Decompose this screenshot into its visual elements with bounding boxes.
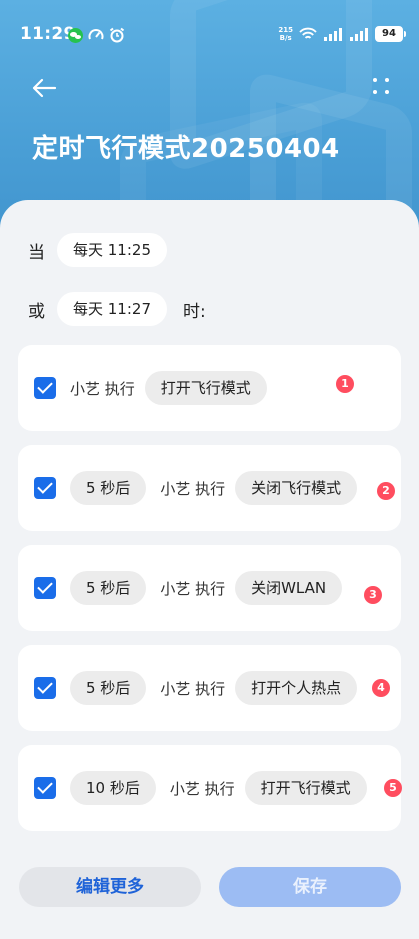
page-title: 定时飞行模式20250404: [32, 134, 340, 164]
signal-icon: [323, 27, 343, 41]
back-button[interactable]: [26, 70, 62, 106]
network-speed-unit: B/s: [279, 34, 292, 42]
action-row: 小艺 执行 打开飞行模式: [34, 345, 267, 431]
action-card[interactable]: 10 秒后 小艺 执行 打开飞行模式 5: [18, 745, 402, 831]
save-button[interactable]: 保存: [219, 867, 401, 907]
executor-label: 小艺 执行: [160, 479, 226, 498]
action-row: 5 秒后 小艺 执行 关闭WLAN: [34, 545, 343, 631]
action-card[interactable]: 5 秒后 小艺 执行 关闭WLAN 3: [18, 545, 401, 631]
executor-label: 小艺 执行: [169, 779, 235, 798]
executor-label: 小艺 执行: [160, 579, 226, 598]
alarm-icon: [109, 27, 125, 43]
delay-chip[interactable]: 5 秒后: [70, 571, 147, 605]
more-vertical-icon: [373, 78, 377, 82]
trigger-or-row: 或 每天 11:27 时:: [28, 292, 206, 326]
trigger-suffix: 时:: [183, 301, 206, 322]
network-speed-value: 215: [278, 26, 293, 34]
status-system-icons: 215 B/s 94: [278, 26, 406, 42]
executor-label: 小艺 执行: [160, 679, 226, 698]
action-card[interactable]: 5 秒后 小艺 执行 关闭飞行模式 2: [18, 445, 401, 531]
action-chip[interactable]: 关闭飞行模式: [235, 471, 358, 505]
delay-chip[interactable]: 10 秒后: [70, 771, 156, 805]
step-badge: 2: [377, 482, 395, 500]
step-badge: 4: [372, 679, 390, 697]
action-checkbox[interactable]: [34, 577, 56, 599]
screen: 11:29 215 B/s 94 定时飞行模式20250404 当 每天 11:…: [0, 0, 419, 939]
action-checkbox[interactable]: [34, 777, 56, 799]
more-options-button[interactable]: [369, 74, 397, 102]
edit-more-button[interactable]: 编辑更多: [19, 867, 201, 907]
action-row: 5 秒后 小艺 执行 打开个人热点: [34, 645, 358, 731]
delay-chip[interactable]: 5 秒后: [70, 471, 147, 505]
action-row: 5 秒后 小艺 执行 关闭飞行模式: [34, 445, 358, 531]
or-label: 或: [28, 301, 45, 322]
status-bar: 11:29 215 B/s 94: [0, 0, 419, 60]
action-checkbox[interactable]: [34, 377, 56, 399]
arrow-left-icon: [32, 78, 57, 98]
action-card[interactable]: 小艺 执行 打开飞行模式 1: [18, 345, 401, 431]
speedometer-icon: [88, 27, 104, 43]
more-vertical-icon: [385, 90, 389, 94]
network-speed: 215 B/s: [278, 26, 293, 42]
action-chip[interactable]: 打开飞行模式: [144, 371, 267, 405]
or-time-chip[interactable]: 每天 11:27: [57, 292, 167, 326]
action-card[interactable]: 5 秒后 小艺 执行 打开个人热点 4: [18, 645, 401, 731]
wechat-icon: [68, 27, 83, 43]
battery-icon: 94: [375, 26, 406, 42]
action-chip[interactable]: 关闭WLAN: [235, 571, 343, 605]
delay-chip[interactable]: 5 秒后: [70, 671, 147, 705]
step-badge: 3: [364, 586, 382, 604]
more-vertical-icon: [385, 78, 389, 82]
executor-label: 小艺 执行: [70, 379, 135, 398]
action-chip[interactable]: 打开飞行模式: [244, 771, 367, 805]
signal-icon: [349, 27, 369, 41]
trigger-when-row: 当 每天 11:25: [28, 233, 167, 267]
action-row: 10 秒后 小艺 执行 打开飞行模式: [34, 745, 367, 831]
navigation-bar-area: [0, 928, 419, 939]
when-label: 当: [28, 242, 45, 263]
action-checkbox[interactable]: [34, 677, 56, 699]
action-checkbox[interactable]: [34, 477, 56, 499]
step-badge: 5: [384, 779, 402, 797]
more-vertical-icon: [373, 90, 377, 94]
wifi-icon: [299, 27, 317, 41]
status-notification-icons: [68, 27, 125, 43]
step-badge: 1: [336, 375, 354, 393]
when-time-chip[interactable]: 每天 11:25: [57, 233, 167, 267]
action-chip[interactable]: 打开个人热点: [235, 671, 358, 705]
